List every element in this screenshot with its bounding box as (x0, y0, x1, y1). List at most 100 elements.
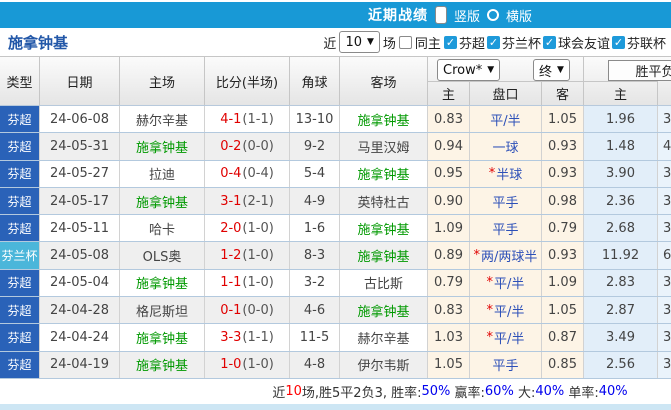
score-cell: 1-2 (1-0) (205, 242, 290, 269)
league-checkbox-label: 芬超 (458, 36, 485, 52)
clipped-odds-cell: 3 (658, 106, 671, 133)
table-row: 芬超 24-04-28 格尼斯坦 0-1 (0-0) 4-6 施拿钟基 0.83 * 平/半 1.0… (0, 297, 671, 325)
summary-segment: 50% (421, 384, 451, 400)
home-team-cell: OLS奥 (120, 242, 205, 269)
eu-home-odds-cell: 2.83 (584, 269, 658, 297)
ah-home-odds-cell: 1.03 (428, 324, 470, 351)
match-count-value: 10 (345, 34, 362, 50)
ah-line-cell: * 平/半 (470, 297, 542, 324)
ah-line-value: 平/半 (494, 304, 525, 320)
ah-line-value: 平/半 (494, 277, 525, 293)
same-home-checkbox[interactable] (398, 35, 412, 49)
star-marker: * (486, 330, 494, 346)
league-checkbox[interactable]: ✓ (486, 35, 500, 49)
near-label: 近 (323, 36, 337, 52)
eu-home-odds-cell: 1.48 (584, 133, 658, 160)
star-marker: * (473, 248, 481, 264)
fulltime-score: 1-0 (220, 357, 242, 373)
ah-away-odds-cell: 0.87 (542, 324, 584, 351)
bookmaker-value: Crow* (443, 62, 483, 78)
ah-home-odds-cell: 0.94 (428, 133, 470, 160)
column-header: 日期 (40, 57, 120, 105)
star-marker: * (486, 302, 494, 318)
ah-line-value: 平/半 (494, 332, 525, 348)
team-name: 施拿钟基 (8, 33, 69, 52)
ah-away-odds-cell: 0.98 (542, 187, 584, 215)
corners-cell: 3-2 (290, 269, 340, 297)
away-team-cell: 施拿钟基 (340, 215, 428, 242)
ah-line-value: 平手 (492, 222, 519, 238)
bookmaker-select[interactable]: Crow* ▼ (437, 59, 501, 81)
date-cell: 24-06-08 (40, 106, 120, 133)
league-checkbox[interactable]: ✓ (542, 35, 556, 49)
ah-away-odds-cell: 0.93 (542, 242, 584, 269)
ah-away-odds-cell: 1.09 (542, 269, 584, 297)
eu-home-odds-cell: 2.87 (584, 297, 658, 324)
eu-home-odds-cell: 11.92 (584, 242, 658, 269)
table-row: 芬超 24-04-19 施拿钟基 1-0 (1-0) 4-8 伊尔韦斯 1.05 平手 0.85 2… (0, 351, 671, 379)
bottom-strip (0, 404, 671, 410)
corners-cell: 5-4 (290, 160, 340, 187)
score-cell: 0-4 (0-4) (205, 160, 290, 187)
odds-stage-select[interactable]: 终 ▼ (533, 59, 570, 81)
eu-home-odds-cell: 3.90 (584, 160, 658, 187)
column-header: 客场 (340, 57, 428, 105)
table-row: 芬兰杯 24-05-08 OLS奥 1-2 (1-0) 8-3 施拿钟基 0.89 * 两/两球半… (0, 242, 671, 270)
score-cell: 1-0 (1-0) (205, 351, 290, 378)
ah-line-cell: 平手 (470, 187, 542, 215)
halftime-score: (1-0) (242, 357, 274, 373)
ah-line-cell: * 两/两球半 (470, 242, 542, 269)
horizontal-layout-radio[interactable] (487, 9, 499, 21)
competition-type-cell: 芬超 (0, 133, 40, 160)
fulltime-score: 1-2 (220, 248, 242, 264)
competition-type-cell: 芬兰杯 (0, 242, 40, 269)
league-checkbox[interactable]: ✓ (611, 35, 625, 49)
score-cell: 3-3 (1-1) (205, 324, 290, 351)
match-count-select[interactable]: 10 ▼ (339, 31, 380, 53)
ah-line-cell: * 平/半 (470, 269, 542, 297)
ah-line-value: 两/两球半 (481, 250, 538, 266)
date-cell: 24-05-27 (40, 160, 120, 187)
corners-cell: 11-5 (290, 324, 340, 351)
league-checkbox-label: 芬兰杯 (501, 36, 541, 52)
table-header: 类型日期主场比分(半场)角球客场 主盘口客主 Crow* ▼ 终 ▼ 胜平负均值 (0, 56, 671, 106)
ah-home-odds-cell: 0.79 (428, 269, 470, 297)
summary-line: 近 10 场,胜5平2负3, 胜率: 50% 赢率: 60% 大: 40% 单率: 40% (0, 379, 671, 405)
corners-cell: 4-9 (290, 187, 340, 215)
corners-cell: 4-6 (290, 297, 340, 324)
table-row: 芬超 24-05-04 施拿钟基 1-1 (1-0) 3-2 古比斯 0.79 * 平/半 1.09… (0, 269, 671, 298)
section-header-bar: 近期战绩 竖版 横版 (0, 2, 671, 28)
fulltime-score: 3-3 (220, 330, 242, 346)
odds-subheader: 主 (428, 81, 470, 105)
ah-home-odds-cell: 0.83 (428, 297, 470, 324)
clipped-odds-cell: 3 (658, 351, 671, 378)
win-draw-loss-average-button[interactable]: 胜平负均值 (608, 60, 671, 81)
corners-cell: 13-10 (290, 106, 340, 133)
clipped-odds-cell: 3 (658, 215, 671, 242)
date-cell: 24-04-24 (40, 324, 120, 351)
ah-line-cell: 平手 (470, 215, 542, 242)
fulltime-score: 3-1 (220, 193, 242, 209)
away-team-cell: 施拿钟基 (340, 160, 428, 187)
ah-line-value: 平/半 (490, 113, 521, 129)
star-marker: * (486, 275, 494, 291)
eu-home-odds-cell: 3.49 (584, 324, 658, 351)
table-row: 芬超 24-06-08 赫尔辛基 4-1 (1-1) 13-10 施拿钟基 0.83 平/半 1.… (0, 106, 671, 134)
ah-line-cell: 一球 (470, 133, 542, 160)
odds-subheader: 主 (584, 81, 658, 105)
table-row: 芬超 24-05-27 拉迪 0-4 (0-4) 5-4 施拿钟基 0.95 * 半球 0.93 3.… (0, 160, 671, 188)
vertical-layout-radio[interactable] (434, 6, 447, 24)
date-cell: 24-05-04 (40, 269, 120, 297)
fulltime-score: 2-0 (220, 220, 242, 236)
competition-type-cell: 芬超 (0, 106, 40, 133)
eu-home-odds-cell: 2.36 (584, 187, 658, 215)
fulltime-score: 0-1 (220, 302, 242, 318)
ah-away-odds-cell: 0.85 (542, 351, 584, 378)
filter-bar: 施拿钟基 近 10 ▼ 场 同主 ✓ 芬超 ✓ 芬兰杯 ✓ 球会友谊 ✓ 芬联杯 (0, 28, 671, 56)
clipped-odds-cell: 3 (658, 269, 671, 297)
league-checkbox[interactable]: ✓ (443, 35, 457, 49)
home-team-cell: 施拿钟基 (120, 187, 205, 215)
section-title: 近期战绩 (367, 8, 428, 24)
ah-away-odds-cell: 0.93 (542, 133, 584, 160)
ah-away-odds-cell: 1.05 (542, 106, 584, 133)
